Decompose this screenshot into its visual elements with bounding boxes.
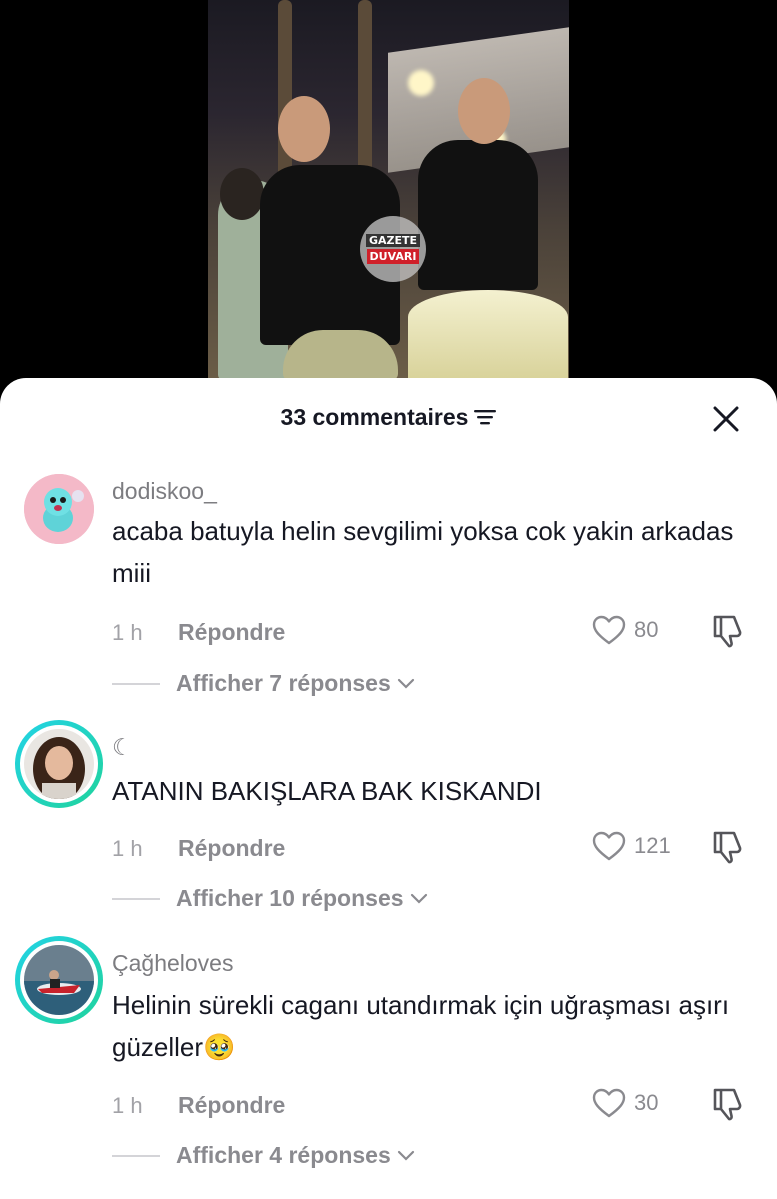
video-player[interactable]: GAZETE DUVARI xyxy=(0,0,777,400)
watermark-line-1: GAZETE xyxy=(365,234,421,247)
comment-time: 1 h xyxy=(112,1093,143,1118)
comment-text: ATANIN BAKIŞLARA BAK KISKANDI xyxy=(112,776,542,806)
avatar-ring-inner xyxy=(20,941,98,1019)
comment-time: 1 h xyxy=(112,620,143,645)
view-replies-label: Afficher 10 réponses xyxy=(176,885,404,911)
close-icon[interactable] xyxy=(713,406,739,432)
heart-icon xyxy=(592,831,626,861)
like-button[interactable]: 80 xyxy=(592,615,658,645)
reply-button[interactable]: Répondre xyxy=(178,619,285,646)
chevron-down-icon xyxy=(397,678,414,689)
chevron-down-icon xyxy=(410,893,427,904)
video-person xyxy=(220,168,264,220)
view-replies-label: Afficher 4 réponses xyxy=(176,1142,391,1168)
avatar-ring-inner xyxy=(20,725,98,803)
comments-sheet: 33 commentaires dodiskoo_ acaba batuyla … xyxy=(0,378,777,1199)
replies-divider xyxy=(112,682,160,685)
avatar-image xyxy=(24,729,94,799)
video-person xyxy=(283,330,398,378)
watermark-line-2: DUVARI xyxy=(366,249,420,264)
replies-divider xyxy=(112,1154,160,1157)
video-scenery xyxy=(408,290,568,378)
heart-icon xyxy=(592,1088,626,1118)
reply-button[interactable]: Répondre xyxy=(178,835,285,862)
comment-text: Helinin sürekli caganı utandırmak için u… xyxy=(112,990,730,1062)
video-frame[interactable]: GAZETE DUVARI xyxy=(208,0,569,378)
comments-title: 33 commentaires xyxy=(0,404,777,431)
avatar-image xyxy=(24,474,94,544)
view-replies-label: Afficher 7 réponses xyxy=(176,670,391,696)
video-scenery xyxy=(358,0,372,180)
view-replies-button[interactable]: Afficher 10 réponses xyxy=(112,885,428,912)
video-person xyxy=(458,78,510,144)
avatar[interactable] xyxy=(24,474,94,544)
chevron-down-icon xyxy=(397,1150,414,1161)
view-replies-button[interactable]: Afficher 4 réponses xyxy=(112,1142,415,1169)
like-count: 30 xyxy=(634,1090,659,1115)
dislike-icon[interactable] xyxy=(710,614,746,648)
avatar[interactable] xyxy=(15,720,103,808)
dislike-icon[interactable] xyxy=(710,830,746,864)
sort-icon[interactable] xyxy=(474,409,497,425)
dislike-icon[interactable] xyxy=(710,1087,746,1121)
comments-count-label: 33 commentaires xyxy=(280,404,469,430)
replies-divider xyxy=(112,897,160,900)
like-button[interactable]: 121 xyxy=(592,831,671,861)
like-count: 121 xyxy=(634,833,671,858)
sheet-header: 33 commentaires xyxy=(0,378,777,460)
view-replies-button[interactable]: Afficher 7 réponses xyxy=(112,670,415,697)
avatar[interactable] xyxy=(15,936,103,1024)
video-person xyxy=(278,96,330,162)
reply-button[interactable]: Répondre xyxy=(178,1092,285,1119)
comment-username[interactable]: ☾ xyxy=(112,734,133,761)
comment-username[interactable]: Çağheloves xyxy=(112,950,233,977)
like-count: 80 xyxy=(634,617,659,642)
watermark-badge: GAZETE DUVARI xyxy=(360,216,426,282)
heart-icon xyxy=(592,615,626,645)
comment-text: acaba batuyla helin sevgilimi yoksa cok … xyxy=(112,516,734,588)
video-scenery xyxy=(408,70,434,96)
like-button[interactable]: 30 xyxy=(592,1088,658,1118)
avatar-image xyxy=(24,945,94,1015)
comment-username[interactable]: dodiskoo_ xyxy=(112,478,217,505)
video-person xyxy=(418,140,538,290)
comment-time: 1 h xyxy=(112,836,143,861)
